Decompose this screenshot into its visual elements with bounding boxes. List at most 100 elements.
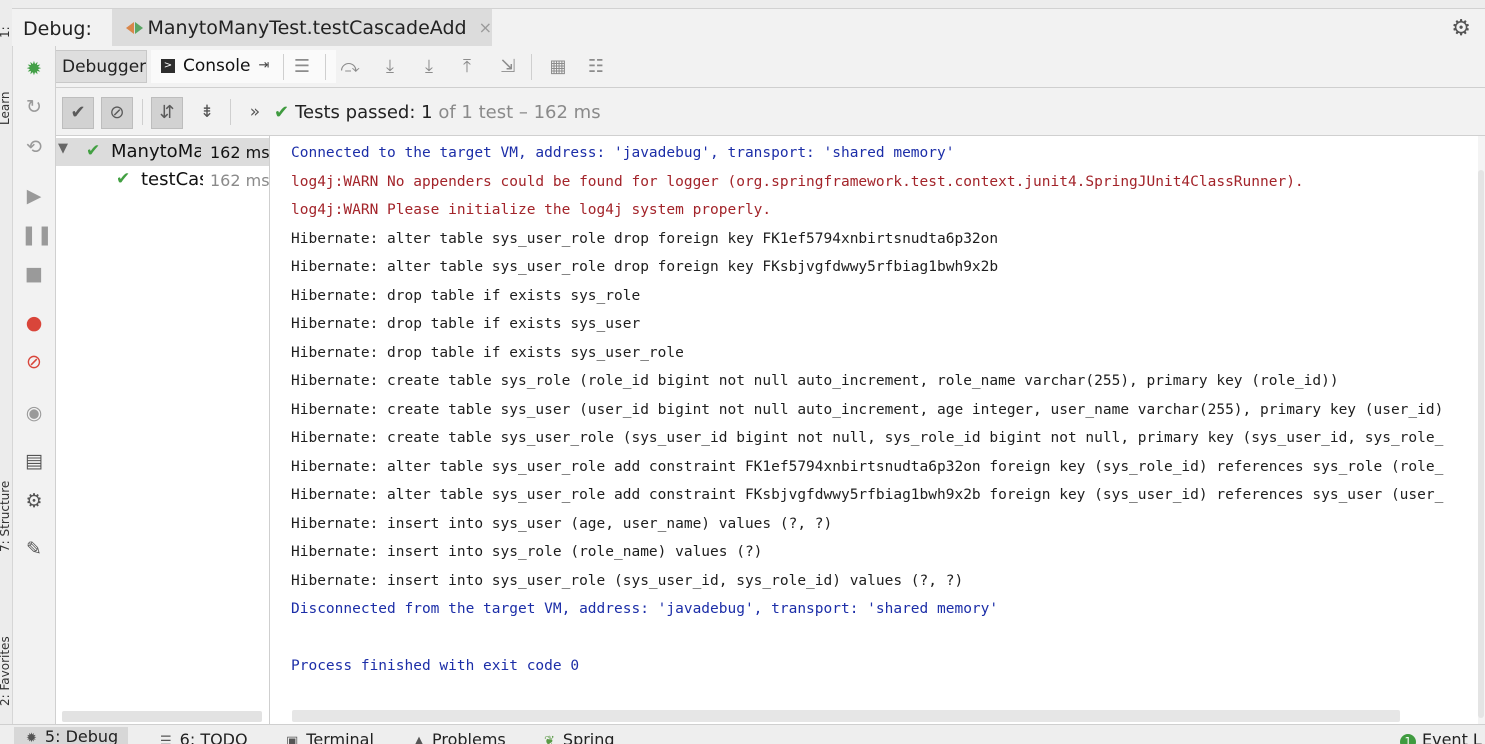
menu-lines-icon[interactable]: ☰ [289,54,315,80]
bug-icon[interactable]: ✹ [21,56,47,82]
console-line: Hibernate: drop table if exists sys_user… [291,344,684,361]
console-line: Hibernate: alter table sys_user_role dro… [291,259,999,275]
test-runner-toolbar: ✔ ⊘ ⇵ ⇟ » ✔ Tests passed: 1 of 1 test – 1… [56,88,1485,136]
ide-window: 1: Learn 7: Structure 2: Favorites Debug… [0,0,1485,744]
strip-label-project[interactable]: 1: [0,26,12,38]
console-line: Hibernate: alter table sys_user_role add… [291,487,1444,503]
layout-icon[interactable]: ▤ [21,448,47,474]
tree-row-name: ManytoMa [111,141,201,162]
left-tool-strip: 1: Learn 7: Structure 2: Favorites [0,0,13,724]
bottom-tab-label: Spring [562,730,615,744]
tree-row-name: testCas [141,169,203,190]
bottom-tab-label: 6: TODO [179,730,248,744]
show-ignored-icon[interactable]: ⊘ [101,97,133,129]
console-line: log4j:WARN Please initialize the log4j s… [291,202,772,218]
debug-session-tab[interactable]: ManytoManyTest.testCascadeAdd × [112,9,492,46]
resume-icon[interactable]: ▶ [21,183,47,209]
tree-row-test-method[interactable]: ✔ testCas 162 ms [56,166,269,194]
stop-icon[interactable]: ■ [21,261,47,287]
tab-debugger[interactable]: Debugger [55,50,147,83]
console-line: Hibernate: create table sys_user (user_i… [291,401,1444,418]
console-lines: Connected to the target VM, address: 'ja… [291,139,1443,681]
debug-title-bar: Debug: ManytoManyTest.testCascadeAdd × ⚙ [12,9,1485,47]
sort-alphabetically-icon[interactable]: ⇵ [151,97,183,129]
bottom-tab-label: Event L [1422,730,1482,744]
check-icon: ✔ [116,169,131,189]
settings-icon[interactable]: ⚙ [21,488,47,514]
test-tree: ▼ ✔ ManytoMa 162 ms ✔ testCas 162 ms [56,136,270,724]
console-line: Process finished with exit code 0 [291,658,580,674]
gear-icon[interactable]: ⚙ [1451,16,1471,41]
run-to-cursor-icon[interactable]: ⇲ [495,54,521,80]
tree-row-test-class[interactable]: ▼ ✔ ManytoMa 162 ms [56,138,269,166]
strip-label-favorites[interactable]: 2: Favorites [0,636,12,706]
more-chevron-icon[interactable]: » [239,97,271,129]
strip-label-learn[interactable]: Learn [0,91,12,125]
tree-row-time: 162 ms [210,171,270,190]
tree-row-time: 162 ms [210,143,270,162]
toolbar-separator [142,99,143,125]
restore-layout-icon[interactable]: ⟲ [21,134,47,160]
strip-label-structure[interactable]: 7: Structure [0,481,12,552]
debug-side-toolbar: ✹ ↻ ⟲ ▶ ❚❚ ■ ● ⊘ ◉ ▤ ⚙ ✎ [13,46,56,724]
pause-icon[interactable]: ❚❚ [21,222,53,248]
bottom-tab-label: Problems [432,730,506,744]
view-breakpoints-icon[interactable]: ● [21,310,47,336]
bottom-tool-window-bar: ✹ 5: Debug ☰ 6: TODO ▣ Terminal ▲ Problems ❦… [0,724,1485,744]
toolbar-separator [230,99,231,125]
list-icon: ☰ [160,734,172,744]
step-over-icon[interactable]: ⤼ [337,54,363,80]
console-line: Connected to the target VM, address: 'ja… [291,145,955,161]
status-prefix: Tests passed: [295,102,416,123]
force-step-into-icon[interactable]: ⤓ [416,54,442,80]
console-line: Hibernate: alter table sys_user_role dro… [291,230,999,247]
step-out-icon[interactable]: ⤒ [454,54,480,80]
bottom-tab-spring[interactable]: ❦ Spring [544,730,615,744]
bug-icon: ✹ [26,731,37,744]
console-line: Hibernate: insert into sys_role (role_na… [291,544,763,560]
bottom-tab-terminal[interactable]: ▣ Terminal [286,730,374,744]
console-line: Hibernate: create table sys_role (role_i… [291,373,1339,389]
debug-label: Debug: [23,18,92,40]
passed-count: 1 [421,102,433,123]
tree-horizontal-scrollbar[interactable] [62,711,262,722]
test-status: ✔ Tests passed: 1 of 1 test – 162 ms [274,102,601,123]
evaluate-expression-icon[interactable]: ▦ [545,54,571,80]
show-passed-icon[interactable]: ✔ [62,97,94,129]
chevron-down-icon[interactable]: ▼ [58,141,68,156]
console-output[interactable]: Connected to the target VM, address: 'ja… [270,136,1478,724]
session-title: ManytoManyTest.testCascadeAdd [147,16,467,39]
camera-icon[interactable]: ◉ [21,400,47,426]
run-config-icon [126,19,144,37]
pin-icon[interactable]: ⇥ [259,58,270,83]
console-vertical-scrollbar[interactable] [1478,170,1484,718]
terminal-icon: ▣ [286,734,299,744]
console-line: Disconnected from the target VM, address… [291,601,999,617]
toolbar-separator [531,54,532,80]
console-horizontal-scrollbar[interactable] [292,710,1400,722]
bottom-tab-problems[interactable]: ▲ Problems [414,730,506,744]
bottom-tab-debug[interactable]: ✹ 5: Debug [14,727,129,744]
pin-tab-icon[interactable]: ✎ [21,536,47,562]
bottom-tab-todo[interactable]: ☰ 6: TODO [160,730,248,744]
step-into-icon[interactable]: ⤓ [377,54,403,80]
console-line: Hibernate: drop table if exists sys_role [291,287,641,304]
console-line: log4j:WARN No appenders could be found f… [291,173,1304,190]
console-line: Hibernate: drop table if exists sys_user [291,316,641,332]
top-editor-edge [12,0,1485,9]
console-line: Hibernate: insert into sys_user (age, us… [291,515,833,532]
sort-by-duration-icon[interactable]: ⇟ [191,97,223,129]
mute-breakpoints-icon[interactable]: ⊘ [21,349,47,375]
check-icon: ✔ [86,141,101,161]
status-suffix: of 1 test – 162 ms [438,102,601,123]
check-icon: ✔ [274,102,290,123]
toolbar-separator [325,54,326,80]
console-line: Hibernate: create table sys_user_role (s… [291,430,1444,446]
close-icon[interactable]: × [479,18,492,37]
toolbar-separator [283,54,284,80]
trace-icon[interactable]: ☷ [583,54,609,80]
bottom-tab-label: Terminal [306,730,374,744]
bottom-tab-event-log[interactable]: 1 Event L [1400,730,1482,744]
rerun-icon[interactable]: ↻ [21,94,47,120]
